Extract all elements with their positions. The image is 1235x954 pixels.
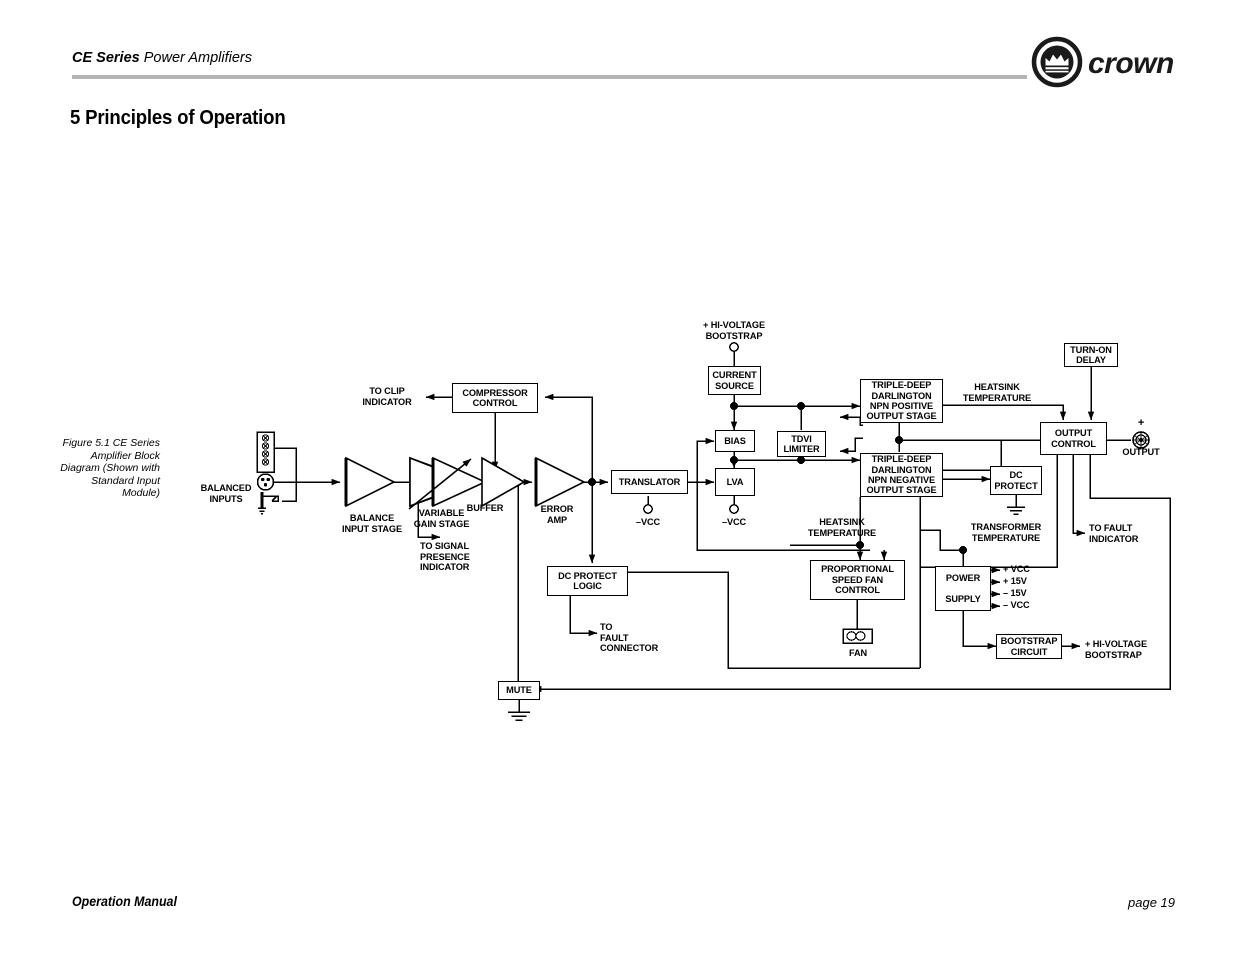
label-rail-plus-vcc: + VCC (1003, 564, 1030, 574)
block-bootstrap-circuit[interactable]: BOOTSTRAP CIRCUIT (996, 634, 1062, 659)
block-dc-protect[interactable]: DC PROTECT (990, 466, 1042, 495)
label-rail-plus-15v: + 15V (1003, 576, 1027, 586)
block-tdvi-limiter[interactable]: TDVI LIMITER (777, 431, 826, 457)
block-compressor-control[interactable]: COMPRESSOR CONTROL (452, 383, 538, 413)
label-error-amp: ERROR AMP (540, 504, 574, 525)
label-vcc-translator: –VCC (635, 517, 661, 527)
label-vcc-lva: –VCC (721, 517, 747, 527)
block-fan-control[interactable]: PROPORTIONAL SPEED FAN CONTROL (810, 560, 905, 600)
document-page: CE Series Power Amplifiers crown 5 Princ… (0, 0, 1235, 954)
block-darlington-positive[interactable]: TRIPLE-DEEP DARLINGTON NPN POSITIVE OUTP… (860, 379, 943, 423)
label-heatsink-temperature-top: HEATSINK TEMPERATURE (962, 382, 1032, 403)
label-output-polarity: + (1137, 417, 1145, 429)
label-buffer: BUFFER (466, 503, 504, 513)
block-bias[interactable]: BIAS (715, 430, 755, 452)
block-dc-protect-logic[interactable]: DC PROTECT LOGIC (547, 566, 628, 596)
block-mute[interactable]: MUTE (498, 681, 540, 700)
power-supply-line1: POWER (945, 572, 981, 583)
label-transformer-temperature: TRANSFORMER TEMPERATURE (970, 522, 1042, 543)
label-to-fault-connector: TO FAULT CONNECTOR (600, 622, 659, 654)
footer-left: Operation Manual (72, 894, 177, 909)
label-output: OUTPUT (1122, 447, 1160, 457)
label-to-clip-indicator: TO CLIP INDICATOR (362, 386, 412, 407)
block-output-control[interactable]: OUTPUT CONTROL (1040, 422, 1107, 455)
block-current-source[interactable]: CURRENT SOURCE (708, 366, 761, 395)
label-fan: FAN (848, 648, 868, 658)
label-to-fault-indicator: TO FAULT INDICATOR (1089, 523, 1139, 544)
block-diagram: COMPRESSOR CONTROL CURRENT SOURCE BIAS L… (0, 0, 1235, 954)
label-hi-voltage-bootstrap-top: + HI-VOLTAGE BOOTSTRAP (702, 320, 765, 341)
block-power-supply[interactable]: POWER SUPPLY (935, 566, 991, 611)
block-turn-on-delay[interactable]: TURN-ON DELAY (1064, 343, 1118, 367)
power-supply-line2: SUPPLY (945, 594, 981, 605)
label-rail-minus-15v: – 15V (1003, 588, 1027, 598)
block-lva[interactable]: LVA (715, 468, 755, 496)
label-to-signal-presence-indicator: TO SIGNAL PRESENCE INDICATOR (420, 541, 470, 573)
block-darlington-negative[interactable]: TRIPLE-DEEP DARLINGTON NPN NEGATIVE OUTP… (860, 453, 943, 497)
footer-page-number: page 19 (1128, 895, 1175, 910)
label-balanced-inputs: BALANCED INPUTS (200, 483, 252, 504)
label-rail-minus-vcc: – VCC (1003, 600, 1030, 610)
label-heatsink-temperature-bottom: HEATSINK TEMPERATURE (807, 517, 877, 538)
block-translator[interactable]: TRANSLATOR (611, 470, 688, 494)
amplifier-symbols (345, 456, 586, 508)
label-hi-voltage-bootstrap-out: + HI-VOLTAGE BOOTSTRAP (1085, 639, 1148, 660)
